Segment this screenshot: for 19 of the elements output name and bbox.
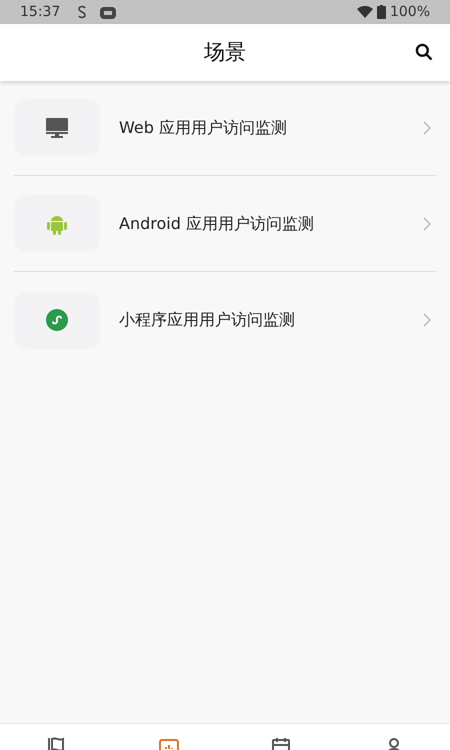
chevron-icon	[422, 312, 432, 328]
monitor-icon	[46, 118, 68, 138]
scene-item[interactable]: 小程序应用用户访问监测	[14, 285, 436, 368]
scene-label: Web 应用用户访问监测	[119, 116, 288, 138]
wifi-icon	[356, 6, 373, 18]
chevron-icon	[422, 216, 432, 232]
scene-label: Android 应用用户访问监测	[119, 212, 315, 234]
battery-level: 100%	[390, 2, 430, 22]
scene-item[interactable]: Web 应用用户访问监测	[14, 93, 436, 176]
status-time: 15:37	[20, 2, 60, 22]
battery-icon	[376, 5, 386, 19]
s-icon	[76, 5, 88, 19]
scene-label: 小程序应用用户访问监测	[119, 309, 296, 331]
scene-item[interactable]: Android 应用用户访问监测	[14, 189, 436, 272]
search-icon	[414, 42, 434, 62]
link-icon	[46, 309, 68, 331]
keyboard-icon	[100, 6, 116, 18]
page-title: 场景	[204, 38, 246, 66]
chevron-icon	[422, 120, 432, 136]
